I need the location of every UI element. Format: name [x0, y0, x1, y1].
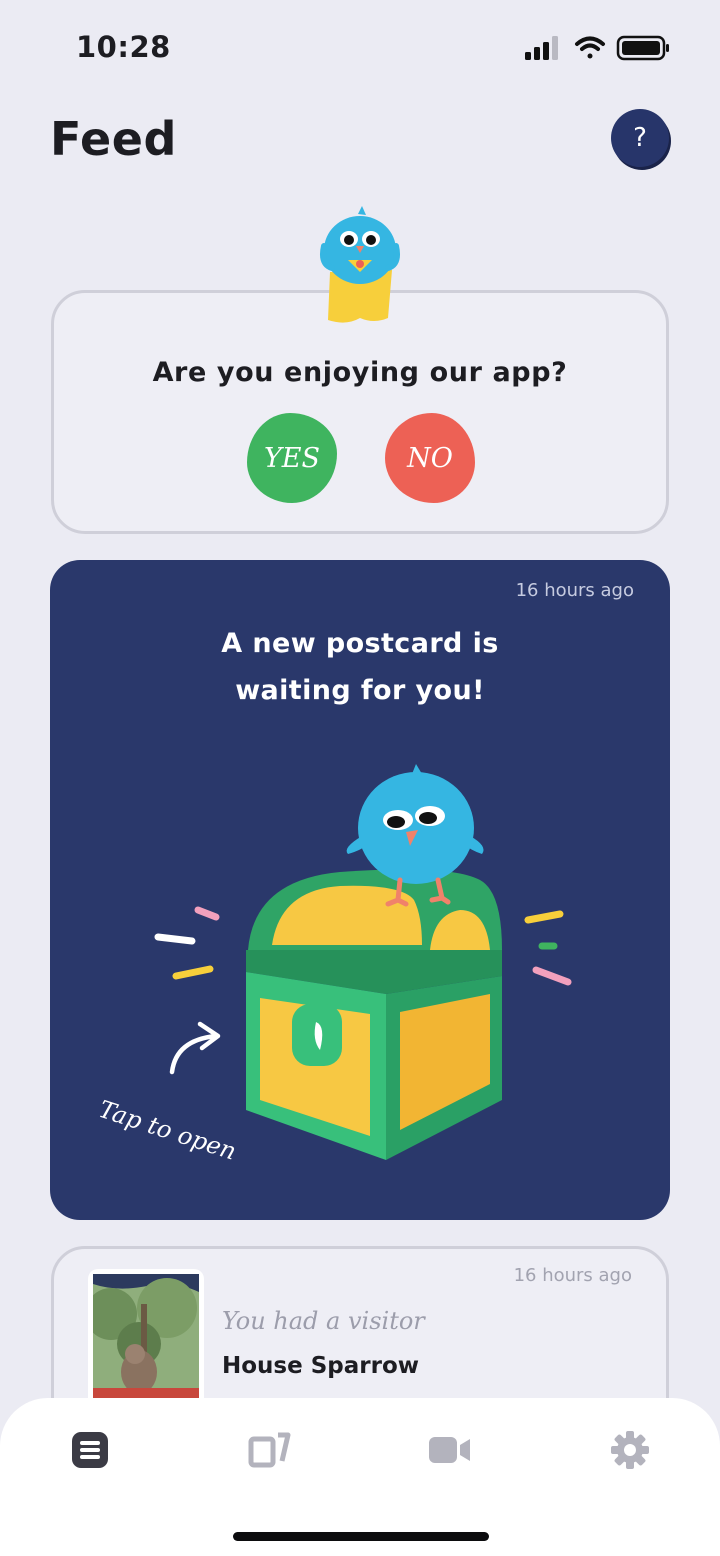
tab-postcards[interactable] — [248, 1428, 292, 1472]
chest-icon — [246, 869, 502, 1160]
postcard-title: A new postcard is waiting for you! — [50, 620, 670, 714]
feed-icon — [72, 1432, 108, 1468]
curved-arrow-icon — [169, 1021, 221, 1075]
page-title: Feed — [50, 112, 177, 166]
bird-photo — [85, 1269, 204, 1419]
visitor-subtitle: You had a visitor — [222, 1307, 425, 1335]
tab-bar — [0, 1398, 720, 1556]
status-bar: 10:28 — [0, 0, 720, 92]
tab-settings[interactable] — [608, 1428, 652, 1472]
battery-icon — [616, 35, 669, 61]
home-indicator — [233, 1532, 489, 1541]
help-button[interactable]: ? — [611, 109, 669, 167]
cellular-signal-icon — [525, 36, 558, 60]
visitor-timestamp: 16 hours ago — [513, 1265, 632, 1286]
postcards-icon — [248, 1432, 291, 1468]
settings-icon — [611, 1431, 649, 1469]
tab-feed[interactable] — [68, 1428, 112, 1472]
video-icon — [429, 1437, 470, 1463]
postcard-card[interactable]: 16 hours ago A new postcard is waiting f… — [50, 560, 670, 1220]
question-icon: ? — [633, 123, 647, 153]
wifi-icon — [575, 36, 605, 59]
postcard-title-line2: waiting for you! — [235, 675, 485, 706]
status-time: 10:28 — [76, 30, 171, 64]
no-button[interactable]: NO — [385, 413, 475, 503]
tab-video[interactable] — [428, 1428, 472, 1472]
rating-question: Are you enjoying our app? — [152, 357, 568, 388]
bird-mascot-icon — [318, 206, 402, 332]
postcard-title-line1: A new postcard is — [221, 628, 499, 659]
visitor-bird-name: House Sparrow — [222, 1353, 420, 1379]
treasure-chest-illustration — [50, 750, 670, 1220]
status-icons — [522, 34, 672, 62]
yes-button[interactable]: YES — [247, 413, 337, 503]
postcard-timestamp: 16 hours ago — [515, 580, 634, 601]
